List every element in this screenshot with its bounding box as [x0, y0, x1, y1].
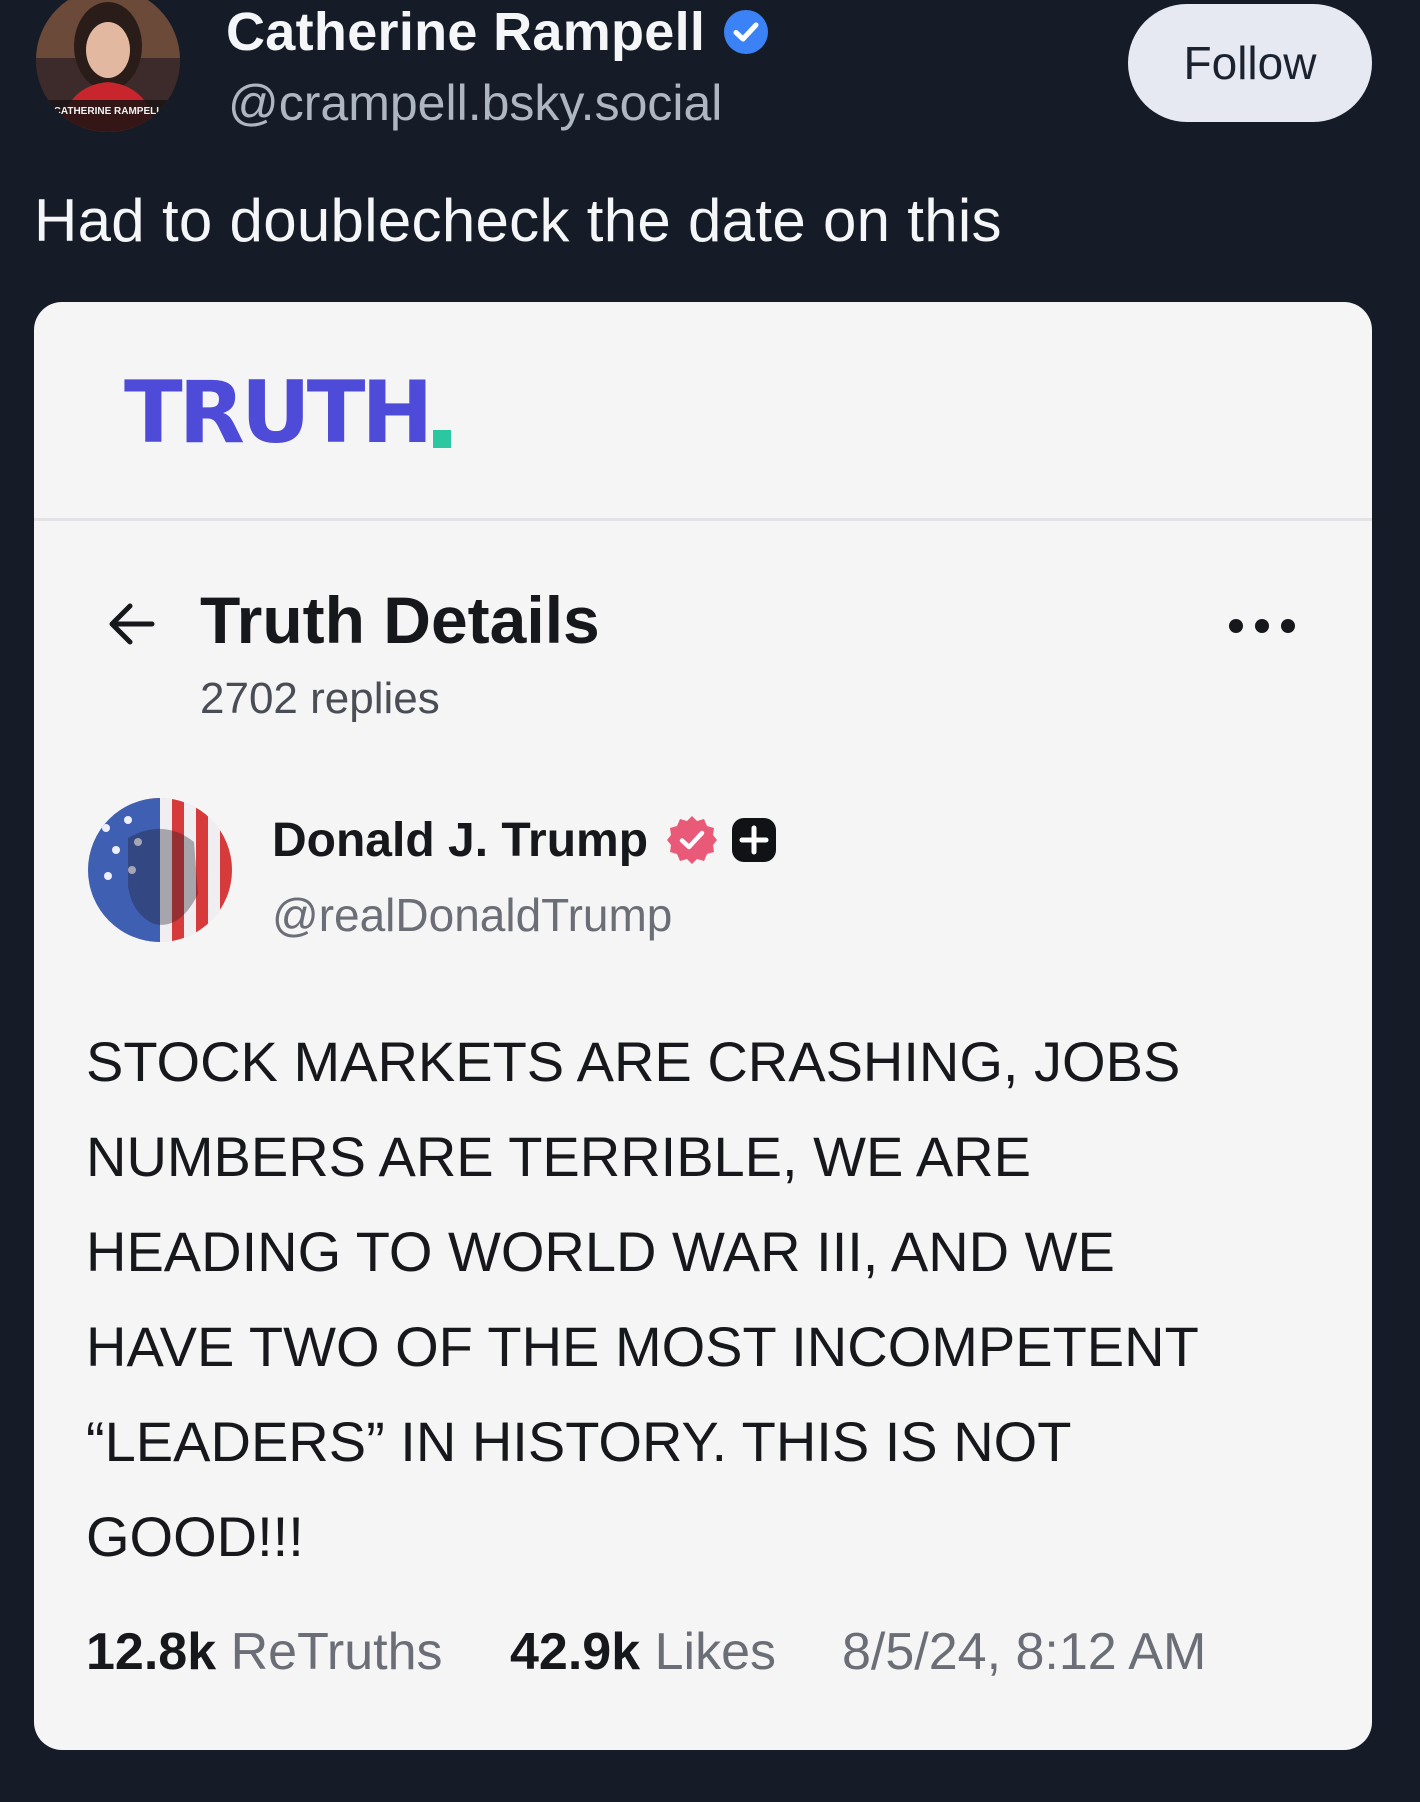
truth-author-name-row: Donald J. Trump: [272, 808, 778, 872]
embedded-screenshot-card[interactable]: TRUTH Truth Details 2702 replies Donald …: [34, 302, 1372, 1750]
avatar-caption: CATHERINE RAMPELL: [54, 106, 163, 117]
truth-author-handle: @realDonaldTrump: [272, 889, 673, 941]
truth-body-line: STOCK MARKETS ARE CRASHING, JOBS: [86, 1030, 1181, 1093]
truth-body-line: “LEADERS” IN HISTORY. THIS IS NOT: [86, 1410, 1072, 1473]
author-name[interactable]: Catherine Rampell: [226, 1, 705, 63]
retruths-count: 12.8k: [86, 1623, 217, 1681]
post-text: Had to doublecheck the date on this: [34, 187, 1002, 254]
header-divider: [34, 518, 1372, 521]
follow-button[interactable]: Follow: [1128, 4, 1372, 122]
truth-logo-dot: [433, 430, 452, 448]
truth-body-line: GOOD!!!: [86, 1505, 304, 1568]
verified-check-icon: [724, 10, 769, 54]
likes-label: Likes: [654, 1623, 776, 1681]
retruths-stat: 12.8k ReTruths: [86, 1622, 443, 1682]
verified-badge-icon: [667, 816, 718, 864]
author-handle[interactable]: @crampell.bsky.social: [228, 74, 722, 132]
truth-body-line: HAVE TWO OF THE MOST INCOMPETENT: [86, 1315, 1199, 1378]
truth-logo: TRUTH: [124, 363, 452, 463]
truth-timestamp: 8/5/24, 8:12 AM: [842, 1623, 1207, 1681]
truth-body-text: STOCK MARKETS ARE CRASHING, JOBS NUMBERS…: [86, 1014, 1336, 1584]
replies-count: 2702 replies: [200, 674, 440, 723]
likes-stat: 42.9k Likes: [510, 1622, 776, 1682]
author-avatar[interactable]: CATHERINE RAMPELL: [36, 0, 180, 132]
truth-author-avatar: [88, 798, 232, 942]
screenshot-root: CATHERINE RAMPELL Catherine Rampell @cra…: [0, 0, 1420, 1802]
truth-body-line: HEADING TO WORLD WAR III, AND WE: [86, 1220, 1115, 1283]
truth-author-avatar-image: [88, 798, 232, 942]
plus-badge-icon: [732, 818, 777, 862]
truth-author-name: Donald J. Trump: [272, 813, 649, 867]
truth-stats-row: 12.8k ReTruths 42.9k Likes 8/5/24, 8:12 …: [86, 1622, 1346, 1692]
truth-body-line: NUMBERS ARE TERRIBLE, WE ARE: [86, 1125, 1031, 1188]
back-arrow-icon: [109, 603, 155, 645]
author-name-row: Catherine Rampell: [226, 2, 769, 62]
retruths-label: ReTruths: [230, 1623, 443, 1681]
likes-count: 42.9k: [510, 1623, 641, 1681]
page-title: Truth Details: [200, 583, 600, 657]
truth-logo-text: TRUTH: [124, 363, 433, 463]
author-avatar-image: CATHERINE RAMPELL: [36, 0, 180, 132]
more-options-icon: [1229, 619, 1295, 633]
